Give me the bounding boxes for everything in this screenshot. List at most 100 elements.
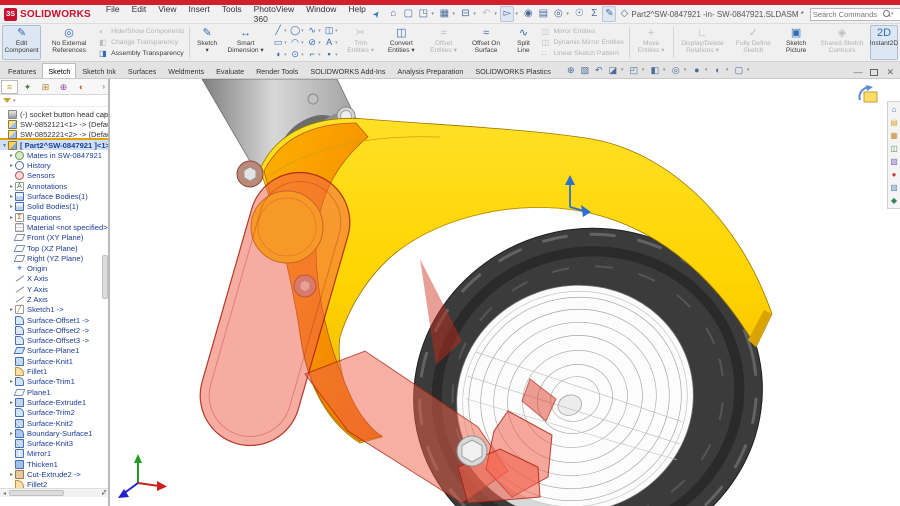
file-explorer-icon[interactable]: ◫ — [888, 142, 900, 155]
tab-analysis-preparation[interactable]: Analysis Preparation — [391, 63, 469, 78]
custom-properties-icon[interactable]: ▨ — [888, 181, 900, 194]
section-view-dropdown-icon[interactable]: ▾ — [621, 67, 626, 73]
hscroll-thumb[interactable] — [9, 490, 64, 496]
undo-dropdown-icon[interactable]: ▾ — [494, 11, 499, 17]
search-icon[interactable] — [883, 10, 891, 18]
display-style-icon[interactable]: ◧ — [649, 65, 661, 76]
tree-item-boundary-surface1[interactable]: ▸Boundary-Surface1 — [0, 428, 108, 438]
graphics-area[interactable] — [110, 79, 900, 506]
tab-solidworks-add-ins[interactable]: SOLIDWORKS Add-Ins — [304, 63, 391, 78]
mouse-gestures-button[interactable]: ☉ — [572, 7, 586, 21]
spline-icon[interactable]: ∿ — [306, 25, 318, 36]
spline-dropdown-icon[interactable]: ▾ — [318, 28, 322, 34]
tree-item-mates-in-sw-0847921[interactable]: ▸Mates in SW-0847921 — [0, 150, 108, 160]
dot-dropdown-icon[interactable]: ▾ — [335, 52, 339, 58]
tree-item-annotations[interactable]: ▸AAnnotations — [0, 181, 108, 191]
tab-render-tools[interactable]: Render Tools — [250, 63, 304, 78]
view-orientation-dropdown-icon[interactable]: ▾ — [642, 67, 647, 73]
no-external-references-button[interactable]: ◎No External References — [43, 25, 95, 60]
arc-icon[interactable]: ◠ — [289, 37, 301, 48]
tree-item-material-not-specified[interactable]: Material <not specified> — [0, 222, 108, 232]
tree-item-socket-button-head-cap-screw[interactable]: (-) socket button head cap screw — [0, 109, 108, 119]
hide-show-items-dropdown-icon[interactable]: ▾ — [684, 67, 689, 73]
scroll-left-icon[interactable]: ◂ — [0, 490, 9, 497]
arc-dropdown-icon[interactable]: ▾ — [301, 40, 305, 46]
expander-icon[interactable]: ▸ — [8, 378, 15, 385]
design-library-icon[interactable]: ▦ — [888, 129, 900, 142]
tree-item-top-xz-plane[interactable]: Top (XZ Plane) — [0, 243, 108, 253]
tab-sketch[interactable]: Sketch — [42, 63, 76, 78]
axle-bolt[interactable] — [457, 436, 487, 466]
apply-scene-dropdown-icon[interactable]: ▾ — [726, 67, 731, 73]
home-button[interactable]: ⌂ — [386, 7, 400, 21]
tree-item-part2-sw-0847921-1-de[interactable]: ▾[ Part2^SW-0847921 ]<1> -> (De — [0, 140, 108, 150]
tree-item-x-axis[interactable]: X Axis — [0, 274, 108, 284]
offset-on-surface-button[interactable]: ≈Offset On Surface — [465, 25, 508, 60]
tree-vscroll-thumb[interactable] — [102, 255, 108, 299]
dimxpert-manager-tab[interactable]: ⊕ — [55, 80, 72, 94]
expander-icon[interactable]: ▸ — [8, 183, 15, 190]
tape-measure-button[interactable]: ◇ — [617, 7, 631, 21]
expander-icon[interactable]: ▸ — [8, 162, 15, 169]
ellipse-dropdown-icon[interactable]: ▾ — [318, 40, 322, 46]
filter-dropdown-icon[interactable]: ▾ — [13, 98, 16, 104]
view-palette-icon[interactable]: ▧ — [888, 155, 900, 168]
pin-menu-icon[interactable]: ➤ — [370, 8, 383, 20]
tree-item-surface-knit1[interactable]: Surface-Knit1 — [0, 356, 108, 366]
tree-item-surface-bodies-1[interactable]: ▸Surface Bodies(1) — [0, 191, 108, 201]
expander-icon[interactable]: ▾ — [1, 142, 8, 149]
tree-scroll-down-icon[interactable]: ▾ — [101, 488, 109, 505]
tree-item-sw-0852121-1-default[interactable]: SW-0852121<1> -> (Default) — [0, 119, 108, 129]
centerline-icon[interactable]: ⌐ — [306, 49, 318, 60]
open-button[interactable]: ◳ — [416, 7, 430, 21]
tree-item-surface-knit2[interactable]: Surface-Knit2 — [0, 418, 108, 428]
instant2d-button[interactable]: 2DInstant2D — [870, 25, 898, 60]
slot-icon[interactable]: ◖ — [272, 49, 284, 60]
menu-help[interactable]: Help — [343, 2, 370, 26]
expander-icon[interactable]: ▸ — [8, 152, 15, 159]
tree-item-y-axis[interactable]: Y Axis — [0, 284, 108, 294]
dot-icon[interactable]: ▪ — [323, 49, 335, 60]
tab-surfaces[interactable]: Surfaces — [122, 63, 162, 78]
file-properties-button[interactable]: ▤ — [536, 7, 550, 21]
tab-evaluate[interactable]: Evaluate — [210, 63, 250, 78]
tree-item-front-xy-plane[interactable]: Front (XY Plane) — [0, 233, 108, 243]
menu-photoview-360[interactable]: PhotoView 360 — [249, 2, 299, 26]
view-settings-icon[interactable]: ▢ — [733, 65, 745, 76]
select-button[interactable]: ▻ — [500, 6, 514, 22]
equations-button[interactable]: Σ — [587, 7, 601, 21]
line-dropdown-icon[interactable]: ▾ — [284, 28, 288, 34]
appearances-scenes-icon[interactable]: ● — [888, 168, 900, 181]
open-dropdown-icon[interactable]: ▾ — [431, 11, 436, 17]
tree-item-origin[interactable]: ⌖Origin — [0, 263, 108, 273]
rectangle-dropdown-icon[interactable]: ▾ — [284, 40, 288, 46]
expander-icon[interactable]: ▸ — [8, 193, 15, 200]
home-icon[interactable]: ⌂ — [888, 103, 900, 116]
ellipse-icon[interactable]: ⊘ — [306, 37, 318, 48]
tab-features[interactable]: Features — [2, 63, 42, 78]
tree-item-surface-plane1[interactable]: Surface-Plane1 — [0, 346, 108, 356]
mirror-ent-icon[interactable]: ◫ — [323, 25, 335, 36]
options-dropdown-icon[interactable]: ▾ — [566, 11, 571, 17]
text-dropdown-icon[interactable]: ▾ — [335, 40, 339, 46]
expander-icon[interactable]: ▸ — [8, 203, 15, 210]
tree-item-sw-0852221-2-default[interactable]: SW-0852221<2> -> (Default) — [0, 130, 108, 140]
featuremanager-design-tree-tab[interactable]: ≡ — [1, 80, 18, 94]
expander-icon[interactable]: ▸ — [8, 430, 15, 437]
mirror-ent-dropdown-icon[interactable]: ▾ — [335, 28, 339, 34]
split-line-button[interactable]: ∿Split Line — [509, 25, 537, 60]
assembly-transparency-button[interactable]: ◨Assembly Transparency — [99, 49, 184, 58]
panel-expand-chevron-icon[interactable]: › — [102, 82, 107, 91]
save-dropdown-icon[interactable]: ▾ — [452, 11, 457, 17]
tree-item-surface-trim1[interactable]: ▸Surface-Trim1 — [0, 377, 108, 387]
graphics-viewport[interactable]: ⌂▤▦◫▧●▨◆ — [110, 79, 900, 506]
expander-icon[interactable]: ▸ — [8, 399, 15, 406]
smart-dimension-button[interactable]: ↔Smart Dimension ▾ — [223, 25, 268, 60]
tree-item-sketch1[interactable]: ▸╱Sketch1 -> — [0, 305, 108, 315]
circle-dropdown-icon[interactable]: ▾ — [301, 28, 305, 34]
new-document-button[interactable]: ▢ — [401, 7, 415, 21]
menu-insert[interactable]: Insert — [184, 2, 215, 26]
slot-dropdown-icon[interactable]: ▾ — [284, 52, 288, 58]
tree-item-history[interactable]: ▸History — [0, 160, 108, 170]
previous-view-icon[interactable]: ↶ — [593, 65, 605, 76]
